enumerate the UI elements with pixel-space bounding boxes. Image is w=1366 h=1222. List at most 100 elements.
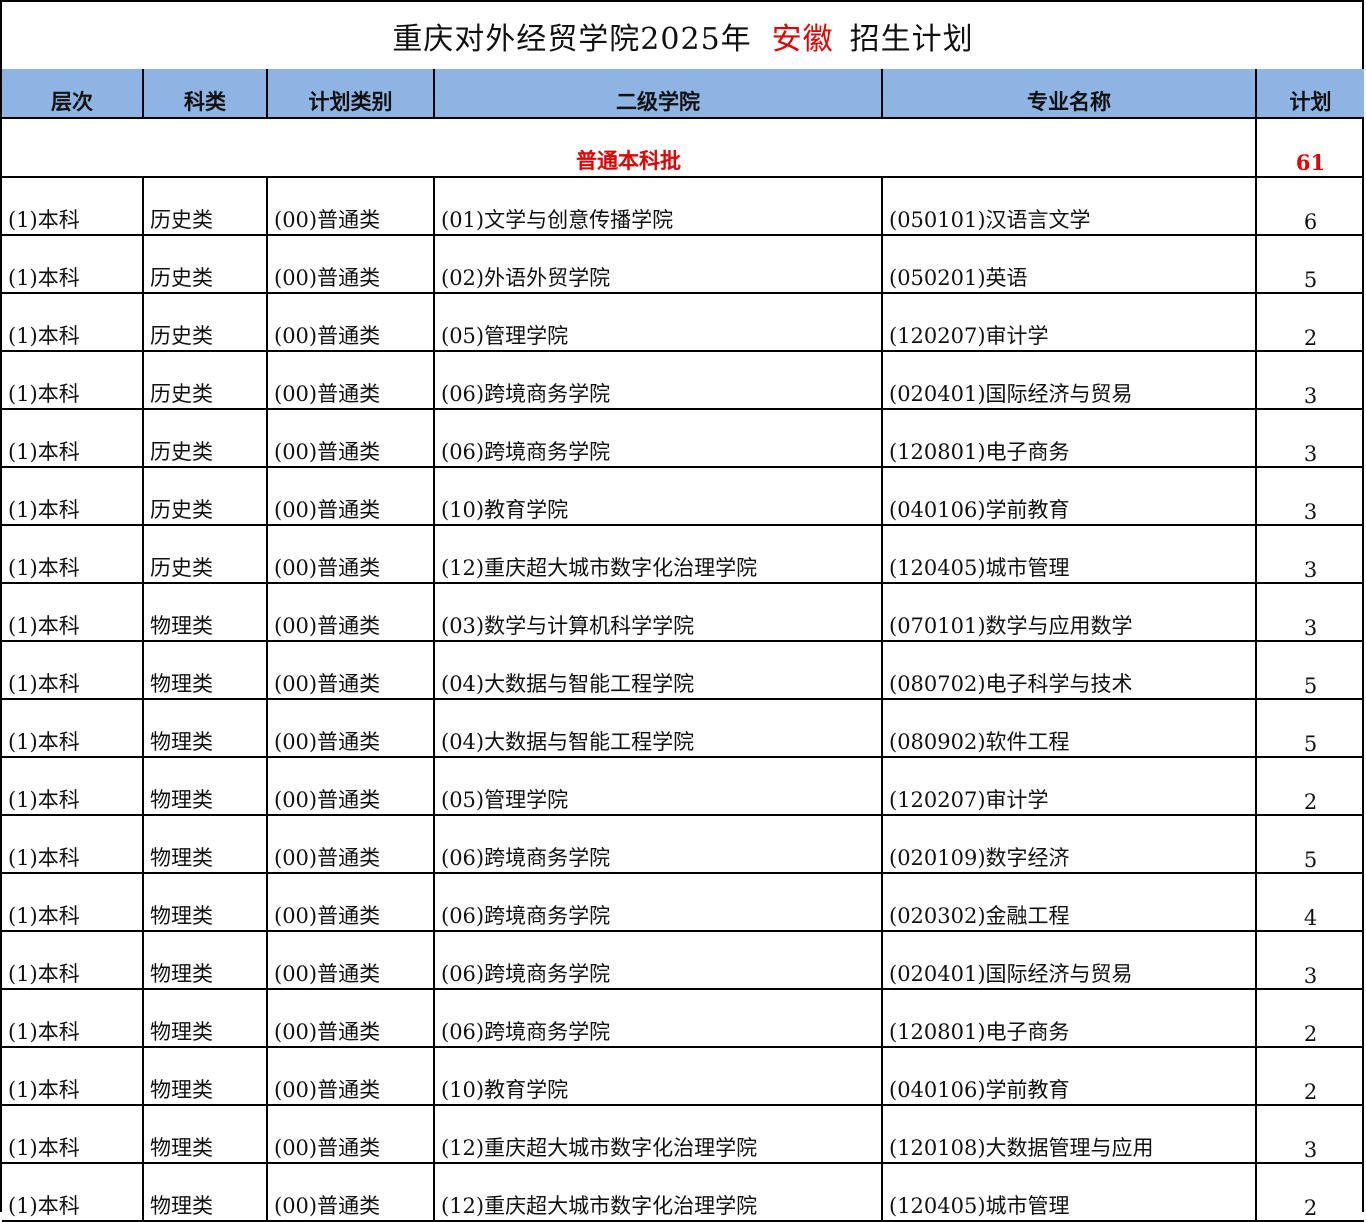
cell-college: (04)大数据与智能工程学院 bbox=[434, 699, 883, 758]
table-row: (1)本科 历史类 (00)普通类 (05)管理学院 (120207)审计学 2 bbox=[2, 293, 1364, 352]
cell-subject: 历史类 bbox=[143, 351, 268, 410]
cell-plan-type: (00)普通类 bbox=[267, 409, 435, 468]
cell-subject: 历史类 bbox=[143, 177, 268, 236]
table-row: (1)本科 历史类 (00)普通类 (06)跨境商务学院 (120801)电子商务 3 bbox=[2, 409, 1364, 468]
header-level: 层次 bbox=[2, 69, 144, 119]
cell-college: (02)外语外贸学院 bbox=[434, 235, 883, 294]
cell-subject: 物理类 bbox=[143, 583, 268, 642]
cell-subject: 历史类 bbox=[143, 293, 268, 352]
header-quota: 计划 bbox=[1256, 69, 1364, 119]
cell-major: (020401)国际经济与贸易 bbox=[882, 931, 1257, 990]
cell-level: (1)本科 bbox=[2, 699, 144, 758]
cell-level: (1)本科 bbox=[2, 409, 144, 468]
cell-major: (040106)学前教育 bbox=[882, 1047, 1257, 1106]
cell-college: (03)数学与计算机科学学院 bbox=[434, 583, 883, 642]
cell-subject: 历史类 bbox=[143, 235, 268, 294]
cell-subject: 历史类 bbox=[143, 409, 268, 468]
cell-level: (1)本科 bbox=[2, 467, 144, 526]
cell-subject: 物理类 bbox=[143, 873, 268, 932]
cell-major: (080902)软件工程 bbox=[882, 699, 1257, 758]
cell-quota: 3 bbox=[1256, 1105, 1364, 1164]
cell-major: (020109)数字经济 bbox=[882, 815, 1257, 874]
cell-level: (1)本科 bbox=[2, 931, 144, 990]
header-row: 层次 科类 计划类别 二级学院 专业名称 计划 bbox=[2, 69, 1364, 119]
title-suffix: 招生计划 bbox=[849, 21, 974, 57]
cell-plan-type: (00)普通类 bbox=[267, 351, 435, 410]
cell-major: (120405)城市管理 bbox=[882, 525, 1257, 584]
cell-plan-type: (00)普通类 bbox=[267, 525, 435, 584]
cell-college: (10)教育学院 bbox=[434, 467, 883, 526]
cell-level: (1)本科 bbox=[2, 1047, 144, 1106]
cell-major: (040106)学前教育 bbox=[882, 467, 1257, 526]
table-row: (1)本科 物理类 (00)普通类 (12)重庆超大城市数字化治理学院 (120405)… bbox=[2, 1163, 1364, 1222]
table-row: (1)本科 物理类 (00)普通类 (06)跨境商务学院 (020109)数字经济 5 bbox=[2, 815, 1364, 874]
cell-level: (1)本科 bbox=[2, 583, 144, 642]
title-province: 安徽 bbox=[771, 21, 834, 57]
header-plan-type: 计划类别 bbox=[267, 69, 435, 119]
cell-college: (06)跨境商务学院 bbox=[434, 989, 883, 1048]
cell-college: (12)重庆超大城市数字化治理学院 bbox=[434, 1163, 883, 1222]
cell-level: (1)本科 bbox=[2, 873, 144, 932]
cell-plan-type: (00)普通类 bbox=[267, 757, 435, 816]
cell-quota: 3 bbox=[1256, 931, 1364, 990]
cell-major: (050101)汉语言文学 bbox=[882, 177, 1257, 236]
cell-subject: 物理类 bbox=[143, 699, 268, 758]
cell-plan-type: (00)普通类 bbox=[267, 1047, 435, 1106]
cell-subject: 历史类 bbox=[143, 525, 268, 584]
cell-level: (1)本科 bbox=[2, 235, 144, 294]
cell-level: (1)本科 bbox=[2, 293, 144, 352]
cell-college: (10)教育学院 bbox=[434, 1047, 883, 1106]
cell-level: (1)本科 bbox=[2, 177, 144, 236]
cell-quota: 2 bbox=[1256, 757, 1364, 816]
cell-college: (05)管理学院 bbox=[434, 293, 883, 352]
title-prefix: 重庆对外经贸学院2025年 bbox=[392, 21, 752, 57]
cell-quota: 3 bbox=[1256, 525, 1364, 584]
cell-quota: 2 bbox=[1256, 989, 1364, 1048]
cell-major: (080702)电子科学与技术 bbox=[882, 641, 1257, 700]
table-row: (1)本科 物理类 (00)普通类 (06)跨境商务学院 (020401)国际经济与贸易… bbox=[2, 931, 1364, 990]
cell-major: (050201)英语 bbox=[882, 235, 1257, 294]
cell-quota: 5 bbox=[1256, 699, 1364, 758]
table-row: (1)本科 物理类 (00)普通类 (04)大数据与智能工程学院 (080702)电子科… bbox=[2, 641, 1364, 700]
sheet-title: 重庆对外经贸学院2025年 安徽 招生计划 bbox=[2, 2, 1364, 71]
cell-major: (120207)审计学 bbox=[882, 757, 1257, 816]
cell-plan-type: (00)普通类 bbox=[267, 467, 435, 526]
cell-college: (06)跨境商务学院 bbox=[434, 351, 883, 410]
cell-quota: 5 bbox=[1256, 641, 1364, 700]
cell-quota: 2 bbox=[1256, 1047, 1364, 1106]
table-row: (1)本科 历史类 (00)普通类 (06)跨境商务学院 (020401)国际经济与贸易… bbox=[2, 351, 1364, 410]
batch-row: 普通本科批 61 bbox=[2, 118, 1364, 178]
cell-college: (06)跨境商务学院 bbox=[434, 409, 883, 468]
cell-subject: 物理类 bbox=[143, 1163, 268, 1222]
cell-subject: 物理类 bbox=[143, 757, 268, 816]
cell-major: (120801)电子商务 bbox=[882, 989, 1257, 1048]
cell-major: (070101)数学与应用数学 bbox=[882, 583, 1257, 642]
cell-major: (020401)国际经济与贸易 bbox=[882, 351, 1257, 410]
header-subject: 科类 bbox=[143, 69, 268, 119]
cell-plan-type: (00)普通类 bbox=[267, 989, 435, 1048]
cell-subject: 物理类 bbox=[143, 1105, 268, 1164]
cell-level: (1)本科 bbox=[2, 1105, 144, 1164]
cell-level: (1)本科 bbox=[2, 641, 144, 700]
cell-subject: 历史类 bbox=[143, 467, 268, 526]
cell-college: (06)跨境商务学院 bbox=[434, 873, 883, 932]
table-row: (1)本科 物理类 (00)普通类 (03)数学与计算机科学学院 (070101)数学与… bbox=[2, 583, 1364, 642]
table-row: (1)本科 历史类 (00)普通类 (01)文学与创意传播学院 (050101)汉语言文… bbox=[2, 177, 1364, 236]
cell-quota: 3 bbox=[1256, 351, 1364, 410]
cell-subject: 物理类 bbox=[143, 641, 268, 700]
cell-level: (1)本科 bbox=[2, 525, 144, 584]
cell-college: (06)跨境商务学院 bbox=[434, 815, 883, 874]
cell-major: (020302)金融工程 bbox=[882, 873, 1257, 932]
cell-major: (120207)审计学 bbox=[882, 293, 1257, 352]
cell-college: (01)文学与创意传播学院 bbox=[434, 177, 883, 236]
cell-level: (1)本科 bbox=[2, 757, 144, 816]
cell-plan-type: (00)普通类 bbox=[267, 177, 435, 236]
table-row: (1)本科 历史类 (00)普通类 (02)外语外贸学院 (050201)英语 5 bbox=[2, 235, 1364, 294]
cell-major: (120801)电子商务 bbox=[882, 409, 1257, 468]
cell-quota: 4 bbox=[1256, 873, 1364, 932]
batch-total: 61 bbox=[1256, 118, 1364, 178]
header-major: 专业名称 bbox=[882, 69, 1257, 119]
cell-college: (12)重庆超大城市数字化治理学院 bbox=[434, 525, 883, 584]
table-row: (1)本科 历史类 (00)普通类 (10)教育学院 (040106)学前教育 3 bbox=[2, 467, 1364, 526]
table-row: (1)本科 物理类 (00)普通类 (06)跨境商务学院 (120801)电子商务 2 bbox=[2, 989, 1364, 1048]
